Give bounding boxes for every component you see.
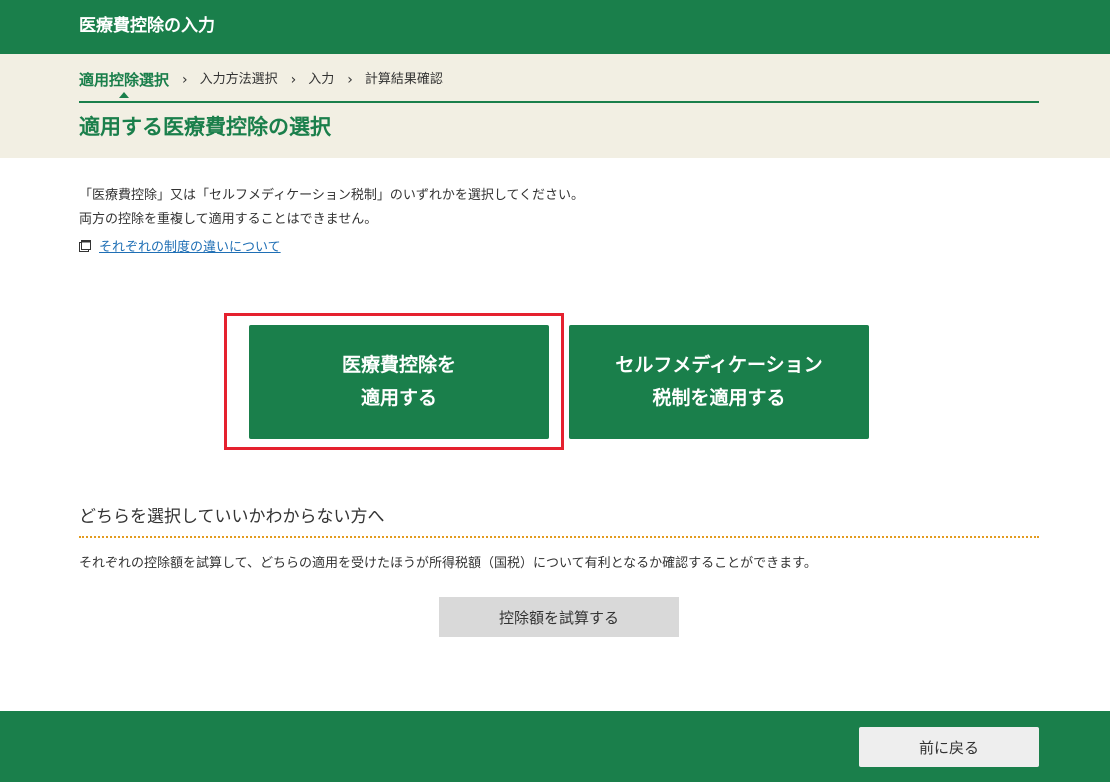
chevron-right-icon: › — [290, 72, 297, 88]
step-input: 入力 — [308, 72, 335, 87]
apply-medical-deduction-button[interactable]: 医療費控除を 適用する — [249, 325, 549, 439]
trial-calculation-button[interactable]: 控除額を試算する — [439, 597, 679, 637]
help-text: それぞれの控除額を試算して、どちらの適用を受けたほうが所得税額（国税）について有… — [79, 556, 817, 571]
chevron-right-icon: › — [182, 72, 188, 88]
apply-self-medication-button[interactable]: セルフメディケーション 税制を適用する — [569, 325, 869, 439]
app-title: 医療費控除の入力 — [79, 16, 215, 36]
system-difference-link[interactable]: それぞれの制度の違いについて — [99, 236, 281, 255]
step-progress-line — [79, 101, 1039, 103]
step-apply-deduction-select: 適用控除選択 — [79, 71, 170, 98]
intro-line-2: 両方の控除を重複して適用することはできません。 — [79, 212, 378, 227]
new-window-icon — [79, 240, 91, 252]
page-title: 適用する医療費控除の選択 — [79, 115, 331, 139]
system-difference-link-row: それぞれの制度の違いについて — [79, 234, 281, 256]
top-header-bar: 医療費控除の入力 — [0, 0, 1110, 54]
apply-medical-deduction-label-line-2: 適用する — [360, 387, 437, 409]
intro-text: 「医療費控除」又は「セルフメディケーション税制」のいずれかを選択してください。 … — [79, 184, 584, 232]
help-divider — [79, 536, 1039, 538]
help-heading: どちらを選択していいかわからない方へ — [79, 507, 385, 527]
apply-self-medication-label-line-2: 税制を適用する — [652, 387, 786, 409]
step-input-method-select: 入力方法選択 — [199, 72, 278, 87]
apply-self-medication-label-line-1: セルフメディケーション — [615, 354, 823, 376]
step-band: 適用控除選択 › 入力方法選択 › 入力 › 計算結果確認 適用する医療費控除の… — [0, 54, 1110, 158]
step-breadcrumb: 適用控除選択 › 入力方法選択 › 入力 › 計算結果確認 — [79, 70, 443, 98]
footer-bar: 前に戻る — [0, 711, 1110, 782]
apply-medical-deduction-label-line-1: 医療費控除を — [341, 354, 456, 376]
chevron-right-icon: › — [347, 72, 353, 88]
step-result-confirm: 計算結果確認 — [364, 72, 443, 87]
back-button[interactable]: 前に戻る — [859, 727, 1039, 767]
intro-line-1: 「医療費控除」又は「セルフメディケーション税制」のいずれかを選択してください。 — [79, 188, 585, 203]
